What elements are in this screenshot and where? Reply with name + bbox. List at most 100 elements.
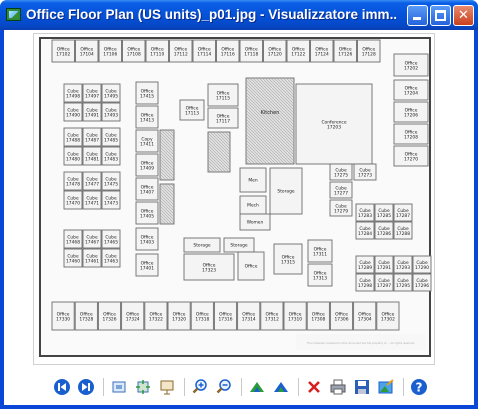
cube-17475-number: 17475	[104, 182, 118, 188]
office-17308-number: 17308	[311, 317, 325, 323]
rotate-clockwise-icon	[250, 382, 264, 392]
image-canvas[interactable]: Office 17102 Office 17104 Office 17106 Office 1…	[33, 33, 435, 365]
cube-17296-number: 17296	[415, 283, 429, 289]
office-17124-number: 17124	[315, 52, 329, 58]
title-bar[interactable]: Office Floor Plan (US units)_p01.jpg - V…	[0, 0, 478, 30]
previous-button[interactable]	[52, 377, 72, 397]
cube-17490-number: 17490	[66, 113, 80, 119]
office-17120-number: 17120	[268, 52, 282, 58]
save-copy-button[interactable]	[352, 377, 372, 397]
cube-17284-number: 17284	[358, 231, 372, 237]
cube-17468-number: 17468	[66, 240, 80, 246]
toolbar-separator	[103, 378, 104, 396]
office-17115-number: 17115	[216, 96, 230, 102]
cube-17273-number: 17273	[358, 173, 372, 179]
image-viewer-app-icon[interactable]	[6, 8, 21, 21]
office-17315-number: 17315	[281, 260, 295, 266]
delete-icon	[308, 381, 320, 393]
office-17204-number: 17204	[404, 91, 418, 97]
office-17312-number: 17312	[265, 317, 279, 323]
office-17110-number: 17110	[150, 52, 164, 58]
cube-17470-number: 17470	[66, 201, 80, 207]
office-17326-number: 17326	[103, 317, 117, 323]
cube-17485-number: 17485	[104, 138, 118, 144]
office-17318-number: 17318	[195, 317, 209, 323]
zoom-in-icon	[192, 379, 207, 394]
copyright-text: The materials contained in this document…	[307, 341, 415, 345]
office-17102-number: 17102	[56, 52, 70, 58]
office-17313-number: 17313	[313, 276, 327, 282]
office-17126-number: 17126	[338, 52, 352, 58]
cube-17277-number: 17277	[334, 191, 348, 197]
viewer-client-area: Office 17102 Office 17104 Office 17106 Office 1…	[4, 30, 474, 405]
save-icon	[355, 380, 369, 394]
zoom-out-button[interactable]	[214, 377, 234, 397]
office-17302-number: 17302	[381, 317, 395, 323]
open-with-button[interactable]	[376, 377, 396, 397]
office-17324-number: 17324	[126, 317, 140, 323]
office-17323-number: 17323	[202, 268, 216, 274]
cube-17481-number: 17481	[85, 157, 99, 163]
toolbar-separator	[403, 378, 404, 396]
storage-lower-label: Storage	[193, 243, 210, 249]
office-17117-number: 17117	[216, 119, 230, 125]
cube-17295-number: 17295	[396, 283, 410, 289]
office-17108-number: 17108	[127, 52, 141, 58]
office-17304-number: 17304	[358, 317, 372, 323]
rotate-counterclockwise-icon	[274, 382, 288, 392]
room-17409-number: 17409	[140, 166, 154, 172]
print-button[interactable]	[328, 377, 348, 397]
room-17405-number: 17405	[140, 214, 154, 220]
cube-17471-number: 17471	[85, 201, 99, 207]
maximize-icon	[435, 10, 446, 21]
maximize-button[interactable]	[430, 5, 451, 26]
office-17316-number: 17316	[219, 317, 233, 323]
cube-17493-number: 17493	[104, 113, 118, 119]
open-with-icon	[378, 379, 394, 394]
cube-17291-number: 17291	[377, 265, 391, 271]
next-icon	[78, 379, 94, 395]
zoom-in-button[interactable]	[190, 377, 210, 397]
best-fit-button[interactable]	[109, 377, 129, 397]
cube-17293-number: 17293	[396, 265, 410, 271]
office-17128-number: 17128	[362, 52, 376, 58]
viewer-window: Office Floor Plan (US units)_p01.jpg - V…	[0, 0, 478, 409]
office-17113-number: 17113	[185, 111, 199, 117]
room-17401-number: 17401	[140, 266, 154, 272]
room-17413-number: 17413	[140, 118, 154, 124]
rotate-clockwise-button[interactable]	[247, 377, 267, 397]
viewer-toolbar: ?	[4, 370, 474, 405]
cube-17286-number: 17286	[377, 231, 391, 237]
cube-17287-number: 17287	[396, 213, 410, 219]
zoom-out-icon	[216, 379, 231, 394]
office-17104-number: 17104	[80, 52, 94, 58]
svg-text:?: ?	[416, 381, 423, 395]
office-17116-number: 17116	[221, 52, 235, 58]
delete-button[interactable]	[304, 377, 324, 397]
minimize-button[interactable]	[407, 5, 428, 26]
room-17415-number: 17415	[140, 94, 154, 100]
cube-17498-number: 17498	[66, 94, 80, 100]
room-17403-number: 17403	[140, 240, 154, 246]
previous-icon	[54, 379, 70, 395]
cube-17290-number: 17290	[415, 265, 429, 271]
help-button[interactable]: ?	[409, 377, 429, 397]
close-icon: ✕	[458, 8, 469, 23]
actual-size-button[interactable]	[133, 377, 153, 397]
cube-17297-number: 17297	[377, 283, 391, 289]
cube-17467-number: 17467	[85, 240, 99, 246]
rotate-counterclockwise-button[interactable]	[271, 377, 291, 397]
room-17411-number: 17411	[140, 142, 154, 148]
close-button[interactable]: ✕	[453, 5, 474, 26]
office-lower-label: Office	[245, 264, 258, 270]
kitchen-label: Kitchen	[261, 110, 280, 116]
next-button[interactable]	[76, 377, 96, 397]
office-17311-number: 17311	[313, 252, 327, 258]
help-icon: ?	[411, 379, 427, 395]
cube-17488-number: 17488	[66, 138, 80, 144]
toolbar-separator	[298, 378, 299, 396]
office-17208-number: 17208	[404, 135, 418, 141]
cube-17288-number: 17288	[396, 231, 410, 237]
actual-size-icon	[136, 380, 150, 394]
slideshow-button[interactable]	[157, 377, 177, 397]
